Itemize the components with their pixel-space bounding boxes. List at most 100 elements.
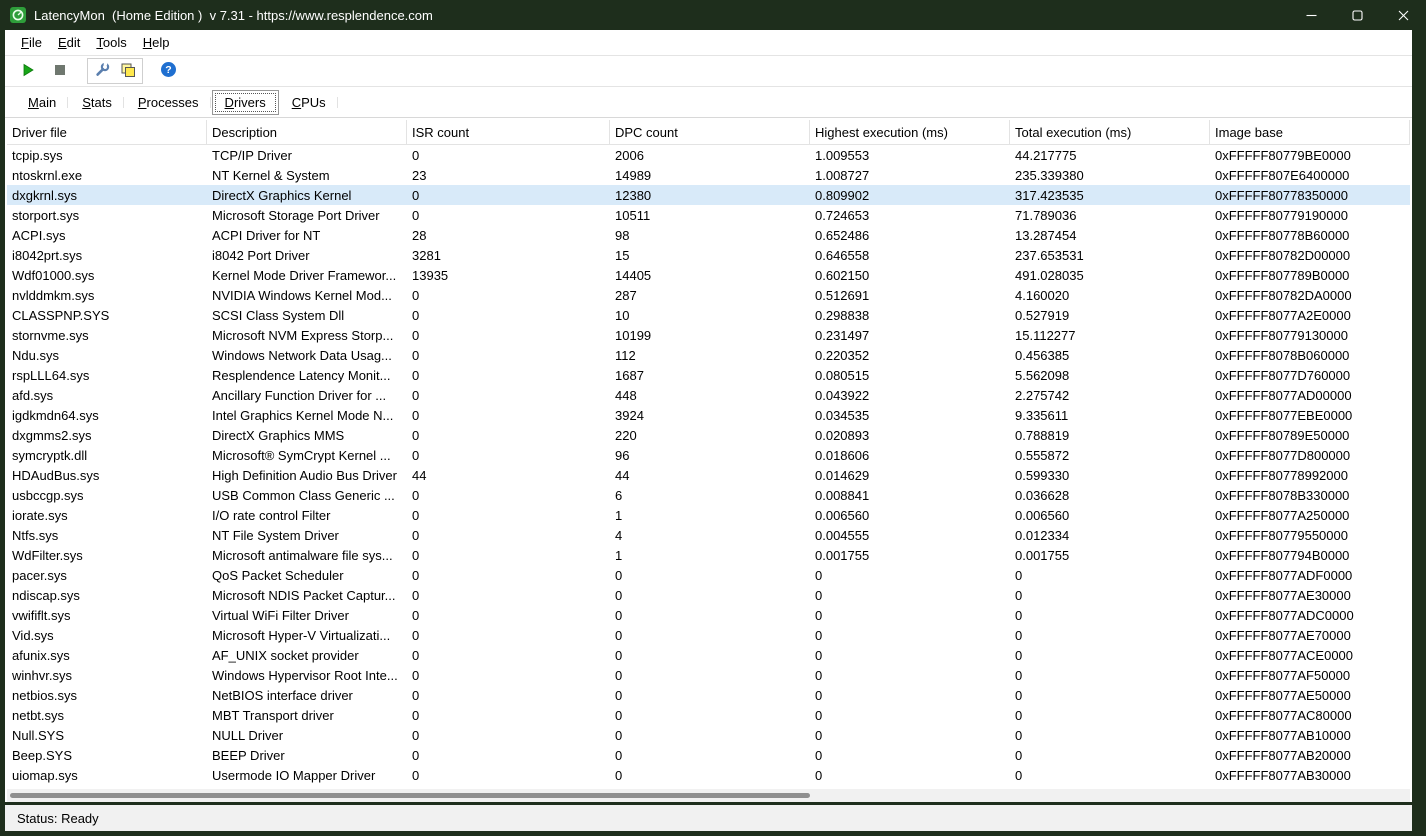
table-row[interactable]: winhvr.sysWindows Hypervisor Root Inte..… [7,665,1410,685]
help-button[interactable]: ? [155,59,181,83]
close-button[interactable] [1380,0,1426,30]
table-cell: ntoskrnl.exe [7,165,207,185]
table-cell: usbccgp.sys [7,485,207,505]
menu-file[interactable]: File [13,31,50,54]
edit-filters-button[interactable] [89,59,115,83]
table-cell: 0 [610,685,810,705]
table-row[interactable]: pacer.sysQoS Packet Scheduler00000xFFFFF… [7,565,1410,585]
table-cell: 9.335611 [1010,405,1210,425]
play-icon [20,62,36,81]
table-cell: 0 [1010,705,1210,725]
menu-help[interactable]: Help [135,31,178,54]
horizontal-scrollbar[interactable] [7,789,1410,802]
table-cell: 44.217775 [1010,145,1210,165]
table-row[interactable]: dxgkrnl.sysDirectX Graphics Kernel012380… [7,185,1410,205]
table-row[interactable]: vwififlt.sysVirtual WiFi Filter Driver00… [7,605,1410,625]
table-cell: WdFilter.sys [7,545,207,565]
table-cell: 0 [810,745,1010,765]
table-row[interactable]: igdkmdn64.sysIntel Graphics Kernel Mode … [7,405,1410,425]
table-row[interactable]: Ntfs.sysNT File System Driver040.0045550… [7,525,1410,545]
copy-report-button[interactable] [115,59,141,83]
table-row[interactable]: nvlddmkm.sysNVIDIA Windows Kernel Mod...… [7,285,1410,305]
table-row[interactable]: symcryptk.dllMicrosoft® SymCrypt Kernel … [7,445,1410,465]
table-cell: NT Kernel & System [207,165,407,185]
menu-tools[interactable]: Tools [88,31,134,54]
column-header-driver-file[interactable]: Driver file [7,120,207,144]
table-cell: igdkmdn64.sys [7,405,207,425]
table-cell: uiomap.sys [7,765,207,785]
window-controls [1288,0,1426,30]
table-row[interactable]: Vid.sysMicrosoft Hyper-V Virtualizati...… [7,625,1410,645]
table-cell: 0.034535 [810,405,1010,425]
tab-stats[interactable]: Stats [69,90,125,115]
column-header-description[interactable]: Description [207,120,407,144]
minimize-button[interactable] [1288,0,1334,30]
table-cell: 10199 [610,325,810,345]
table-cell: 0 [810,605,1010,625]
tab-drivers[interactable]: Drivers [212,90,279,115]
start-monitor-button[interactable] [15,59,41,83]
table-cell: 0 [810,725,1010,745]
column-header-isr-count[interactable]: ISR count [407,120,610,144]
table-row[interactable]: iorate.sysI/O rate control Filter010.006… [7,505,1410,525]
tab-cpus[interactable]: CPUs [279,90,339,115]
table-cell: Wdf01000.sys [7,265,207,285]
menu-edit[interactable]: Edit [50,31,88,54]
maximize-button[interactable] [1334,0,1380,30]
table-cell: 317.423535 [1010,185,1210,205]
table-row[interactable]: ndiscap.sysMicrosoft NDIS Packet Captur.… [7,585,1410,605]
table-row[interactable]: i8042prt.sysi8042 Port Driver3281150.646… [7,245,1410,265]
table-row[interactable]: netbt.sysMBT Transport driver00000xFFFFF… [7,705,1410,725]
column-header-image-base[interactable]: Image base [1210,120,1410,144]
table-cell: Microsoft® SymCrypt Kernel ... [207,445,407,465]
table-row[interactable]: ntoskrnl.exeNT Kernel & System23149891.0… [7,165,1410,185]
table-cell: 0 [1010,625,1210,645]
tab-processes[interactable]: Processes [125,90,212,115]
table-cell: stornvme.sys [7,325,207,345]
table-cell: 0xFFFFF80779190000 [1210,205,1410,225]
table-row[interactable]: dxgmms2.sysDirectX Graphics MMS02200.020… [7,425,1410,445]
table-row[interactable]: Ndu.sysWindows Network Data Usag...01120… [7,345,1410,365]
client-area: File Edit Tools Help [5,30,1412,802]
table-cell: 0xFFFFF8077A2E0000 [1210,305,1410,325]
stop-monitor-button[interactable] [47,59,73,83]
column-header-total-execution-ms[interactable]: Total execution (ms) [1010,120,1210,144]
table-row[interactable]: tcpip.sysTCP/IP Driver020061.00955344.21… [7,145,1410,165]
table-cell: 5.562098 [1010,365,1210,385]
table-cell: 0 [810,665,1010,685]
table-row[interactable]: afd.sysAncillary Function Driver for ...… [7,385,1410,405]
table-cell: 0.080515 [810,365,1010,385]
svg-text:?: ? [165,64,171,76]
table-cell: 0 [610,665,810,685]
table-row[interactable]: uiomap.sysUsermode IO Mapper Driver00000… [7,765,1410,785]
table-cell: 0 [407,725,610,745]
table-cell: 0xFFFFF8077AC80000 [1210,705,1410,725]
table-row[interactable]: netbios.sysNetBIOS interface driver00000… [7,685,1410,705]
table-row[interactable]: WdFilter.sysMicrosoft antimalware file s… [7,545,1410,565]
table-row[interactable]: CLASSPNP.SYSSCSI Class System Dll0100.29… [7,305,1410,325]
column-header-highest-execution-ms[interactable]: Highest execution (ms) [810,120,1010,144]
table-row[interactable]: ACPI.sysACPI Driver for NT28980.65248613… [7,225,1410,245]
table-cell: QoS Packet Scheduler [207,565,407,585]
table-cell: AF_UNIX socket provider [207,645,407,665]
table-cell: Ntfs.sys [7,525,207,545]
scrollbar-thumb[interactable] [10,793,810,798]
table-row[interactable]: Null.SYSNULL Driver00000xFFFFF8077AB1000… [7,725,1410,745]
table-row[interactable]: usbccgp.sysUSB Common Class Generic ...0… [7,485,1410,505]
tab-main[interactable]: Main [15,90,69,115]
table-row[interactable]: HDAudBus.sysHigh Definition Audio Bus Dr… [7,465,1410,485]
app-icon[interactable] [10,7,26,23]
table-row[interactable]: stornvme.sysMicrosoft NVM Express Storp.… [7,325,1410,345]
table-cell: Ancillary Function Driver for ... [207,385,407,405]
table-row[interactable]: Beep.SYSBEEP Driver00000xFFFFF8077AB2000… [7,745,1410,765]
title-bar[interactable]: LatencyMon (Home Edition ) v 7.31 - http… [0,0,1426,30]
table-cell: 0.001755 [1010,545,1210,565]
table-row[interactable]: afunix.sysAF_UNIX socket provider00000xF… [7,645,1410,665]
table-cell: NT File System Driver [207,525,407,545]
table-row[interactable]: rspLLL64.sysResplendence Latency Monit..… [7,365,1410,385]
column-header-dpc-count[interactable]: DPC count [610,120,810,144]
table-row[interactable]: Wdf01000.sysKernel Mode Driver Framewor.… [7,265,1410,285]
table-cell: 0 [610,725,810,745]
table-row[interactable]: storport.sysMicrosoft Storage Port Drive… [7,205,1410,225]
table-cell: 0 [610,765,810,785]
